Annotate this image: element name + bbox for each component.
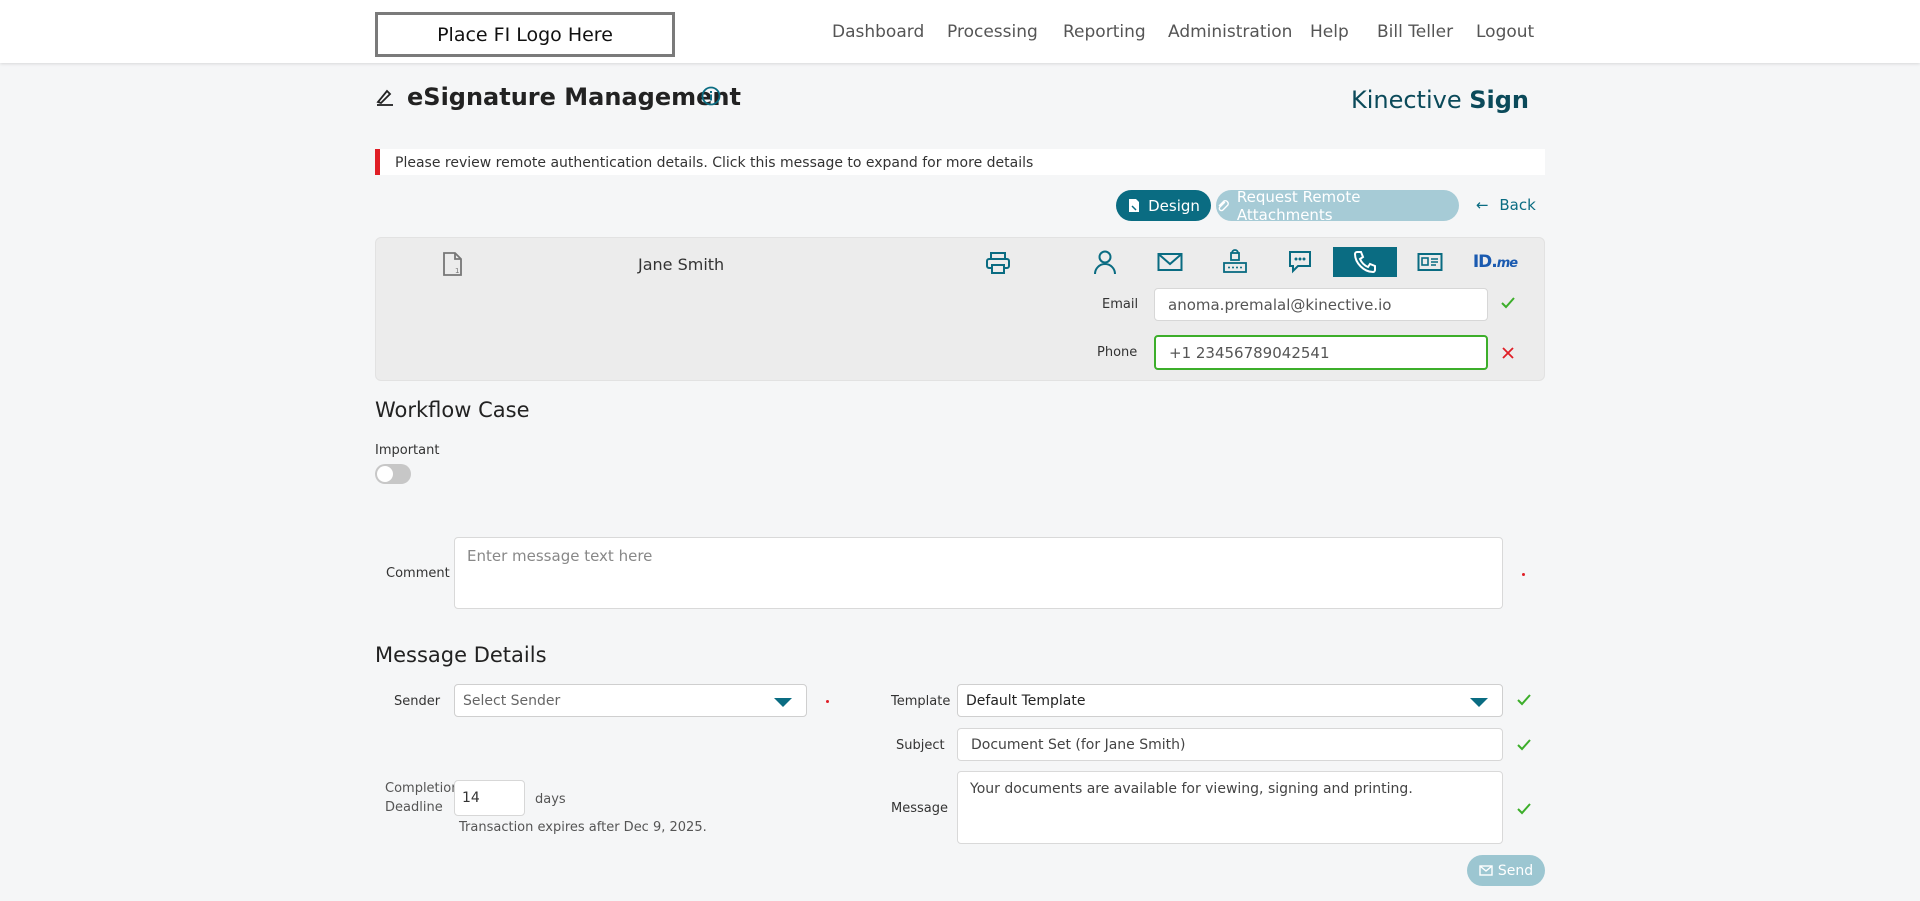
workflow-case-heading: Workflow Case: [375, 398, 530, 422]
toggle-knob: [377, 466, 393, 482]
auth-knowledge-button[interactable]: [1203, 247, 1267, 277]
phone-field[interactable]: +1 23456789042541: [1154, 335, 1488, 370]
message-details-heading: Message Details: [375, 643, 547, 667]
days-label: days: [535, 792, 566, 807]
printer-icon[interactable]: [985, 251, 1011, 275]
template-value: Default Template: [966, 692, 1086, 709]
deadline-label: Deadline: [385, 800, 443, 815]
authentication-alert[interactable]: Please review remote authentication deta…: [375, 149, 1545, 175]
nav-dashboard[interactable]: Dashboard: [832, 22, 924, 42]
message-label: Message: [891, 801, 948, 816]
comment-input[interactable]: Enter message text here: [454, 537, 1503, 609]
knowledge-icon: [1223, 249, 1247, 273]
sms-icon: [1289, 251, 1311, 274]
info-icon[interactable]: [701, 86, 721, 106]
email-label: Email: [1102, 297, 1139, 312]
nav-reporting[interactable]: Reporting: [1063, 22, 1146, 42]
send-label: Send: [1497, 862, 1534, 879]
auth-idme-button[interactable]: ID.me: [1463, 247, 1527, 277]
nav-administration[interactable]: Administration: [1168, 22, 1292, 42]
top-navigation-bar: Place FI Logo Here Dashboard Processing …: [0, 0, 1920, 63]
phone-icon: [1353, 251, 1376, 274]
sender-required-indicator: [826, 700, 829, 703]
subject-field[interactable]: Document Set (for Jane Smith): [957, 728, 1503, 761]
template-label: Template: [891, 694, 951, 709]
nav-help[interactable]: Help: [1310, 22, 1349, 42]
important-label: Important: [375, 443, 440, 458]
completion-label: Completion: [385, 781, 460, 796]
deadline-days-input[interactable]: 14: [454, 780, 525, 816]
template-select[interactable]: Default Template: [957, 684, 1503, 717]
comment-label: Comment: [386, 566, 450, 581]
nav-logout[interactable]: Logout: [1476, 22, 1534, 42]
document-icon: [1129, 199, 1140, 212]
signer-name: Jane Smith: [638, 255, 725, 274]
sender-select[interactable]: Select Sender: [454, 684, 807, 717]
design-button[interactable]: Design: [1116, 190, 1211, 221]
nav-processing[interactable]: Processing: [947, 22, 1038, 42]
auth-id-card-button[interactable]: [1398, 247, 1462, 277]
comment-required-indicator: [1522, 573, 1525, 576]
svg-text:1: 1: [455, 267, 459, 275]
email-field[interactable]: anoma.premalal@kinective.io: [1154, 288, 1488, 321]
expiry-note: Transaction expires after Dec 9, 2025.: [459, 820, 707, 835]
auth-person-button[interactable]: [1073, 247, 1137, 277]
back-label: Back: [1499, 196, 1536, 214]
page-title: eSignature Management: [407, 83, 741, 111]
request-remote-label: Request Remote Attachments: [1236, 187, 1361, 224]
design-label: Design: [1148, 196, 1200, 215]
phone-label: Phone: [1097, 345, 1138, 360]
idme-icon: ID.me: [1472, 252, 1518, 272]
message-valid-check-icon: [1517, 803, 1531, 815]
phone-invalid-close-icon: [1502, 347, 1514, 359]
arrow-left-icon: ←: [1476, 196, 1489, 214]
request-remote-attachments-button[interactable]: Request Remote Attachments: [1216, 187, 1459, 224]
person-icon: [1094, 250, 1116, 275]
envelope-icon: [1479, 865, 1493, 876]
important-toggle[interactable]: [375, 464, 411, 484]
subject-label: Subject: [896, 738, 945, 753]
auth-sms-button[interactable]: [1268, 247, 1332, 277]
sender-placeholder: Select Sender: [463, 692, 561, 709]
auth-email-button[interactable]: [1138, 247, 1202, 277]
kinective-sign-logo: Kinective Sign: [1350, 86, 1529, 114]
paperclip-icon: [1218, 199, 1229, 211]
template-valid-check-icon: [1517, 694, 1531, 706]
chevron-down-icon: [1470, 698, 1488, 707]
document-file-icon: 1: [443, 252, 462, 276]
sender-label: Sender: [394, 694, 441, 709]
email-valid-check-icon: [1501, 297, 1515, 309]
subject-valid-check-icon: [1517, 739, 1531, 751]
id-card-icon: [1417, 253, 1443, 271]
back-link[interactable]: ← Back: [1476, 196, 1536, 214]
auth-phone-button[interactable]: [1333, 247, 1397, 277]
chevron-down-icon: [774, 698, 792, 707]
fi-logo-placeholder: Place FI Logo Here: [375, 12, 675, 57]
email-icon: [1157, 253, 1183, 271]
send-button[interactable]: Send: [1467, 855, 1545, 886]
nav-user-menu[interactable]: Bill Teller: [1377, 22, 1453, 42]
message-input[interactable]: Your documents are available for viewing…: [957, 771, 1503, 844]
signature-pen-icon: [376, 89, 393, 106]
